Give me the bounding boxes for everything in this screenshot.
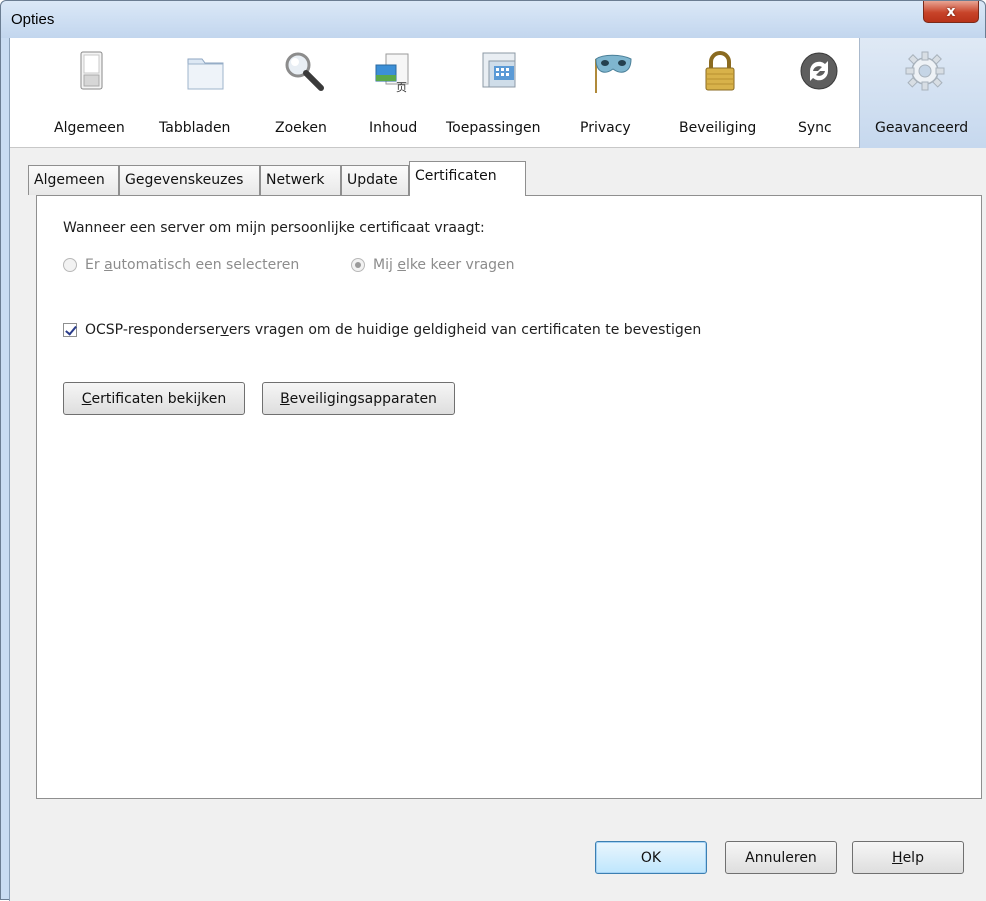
toolbar-label: Geavanceerd [875, 120, 969, 136]
magnifier-icon [281, 49, 327, 95]
radio-ask-every-time[interactable]: Mij elke keer vragen [351, 257, 515, 273]
toolbar-item-inhoud[interactable]: 页 Inhoud [353, 38, 428, 148]
cancel-button[interactable]: Annuleren [725, 841, 837, 874]
radio-button[interactable] [63, 258, 77, 272]
sync-icon [796, 49, 842, 95]
ocsp-checkbox[interactable] [63, 323, 77, 337]
client-area: Algemeen Tabbladen Zoeken 页 Inhoud Toepa… [9, 38, 986, 901]
view-certificates-button[interactable]: Certificaten bekijken [63, 382, 245, 415]
toolbar-item-sync[interactable]: Sync [788, 38, 850, 148]
options-window: Opties x Algemeen Tabbladen Zoeken 页 Inh… [0, 0, 986, 901]
gear-icon [902, 49, 948, 95]
radio-button[interactable] [351, 258, 365, 272]
ocsp-label: OCSP-responderservers vragen om de huidi… [85, 322, 702, 338]
pane-toolbar: Algemeen Tabbladen Zoeken 页 Inhoud Toepa… [10, 38, 986, 148]
switch-icon [68, 49, 114, 95]
toolbar-item-zoeken[interactable]: Zoeken [266, 38, 341, 148]
toolbar-label: Zoeken [275, 120, 327, 136]
lock-icon [697, 49, 743, 95]
toolbar-item-algemeen[interactable]: Algemeen [38, 38, 143, 148]
tab-algemeen[interactable]: Algemeen [28, 165, 119, 195]
toolbar-item-toepassingen[interactable]: Toepassingen [438, 38, 562, 148]
ocsp-checkbox-row[interactable]: OCSP-responderservers vragen om de huidi… [63, 322, 701, 338]
toolbar-item-tabbladen[interactable]: Tabbladen [152, 38, 257, 148]
window-title: Opties [11, 11, 55, 28]
radio-label: Mij elke keer vragen [373, 257, 515, 273]
ok-button[interactable]: OK [595, 841, 707, 874]
content-icon: 页 [368, 49, 414, 95]
svg-text:页: 页 [396, 81, 407, 94]
close-button[interactable]: x [923, 1, 979, 23]
toolbar-label: Sync [798, 120, 832, 136]
certificates-panel: Wanneer een server om mijn persoonlijke … [36, 195, 982, 799]
toolbar-label: Inhoud [369, 120, 418, 136]
tab-certificaten[interactable]: Certificaten [409, 161, 526, 196]
toolbar-label: Tabbladen [159, 120, 231, 136]
title-bar[interactable]: Opties x [1, 1, 985, 38]
toolbar-item-beveiliging[interactable]: Beveiliging [665, 38, 775, 148]
radio-label: Er automatisch een selecteren [85, 257, 300, 273]
tab-folder-icon [182, 49, 228, 95]
tab-netwerk[interactable]: Netwerk [260, 165, 341, 195]
close-icon: x [946, 3, 956, 20]
help-button[interactable]: Help [852, 841, 964, 874]
radio-auto-select[interactable]: Er automatisch een selecteren [63, 257, 299, 273]
applications-icon [477, 49, 523, 95]
tab-gegevenskeuzes[interactable]: Gegevenskeuzes [119, 165, 260, 195]
toolbar-label: Algemeen [54, 120, 125, 136]
tab-update[interactable]: Update [341, 165, 409, 195]
toolbar-label: Beveiliging [679, 120, 757, 136]
toolbar-label: Toepassingen [446, 120, 541, 136]
certificate-request-heading: Wanneer een server om mijn persoonlijke … [63, 220, 485, 236]
toolbar-label: Privacy [580, 120, 631, 136]
mask-icon [589, 49, 635, 95]
toolbar-item-geavanceerd[interactable]: Geavanceerd [859, 38, 986, 148]
toolbar-item-privacy[interactable]: Privacy [572, 38, 652, 148]
security-devices-button[interactable]: Beveiligingsapparaten [262, 382, 455, 415]
